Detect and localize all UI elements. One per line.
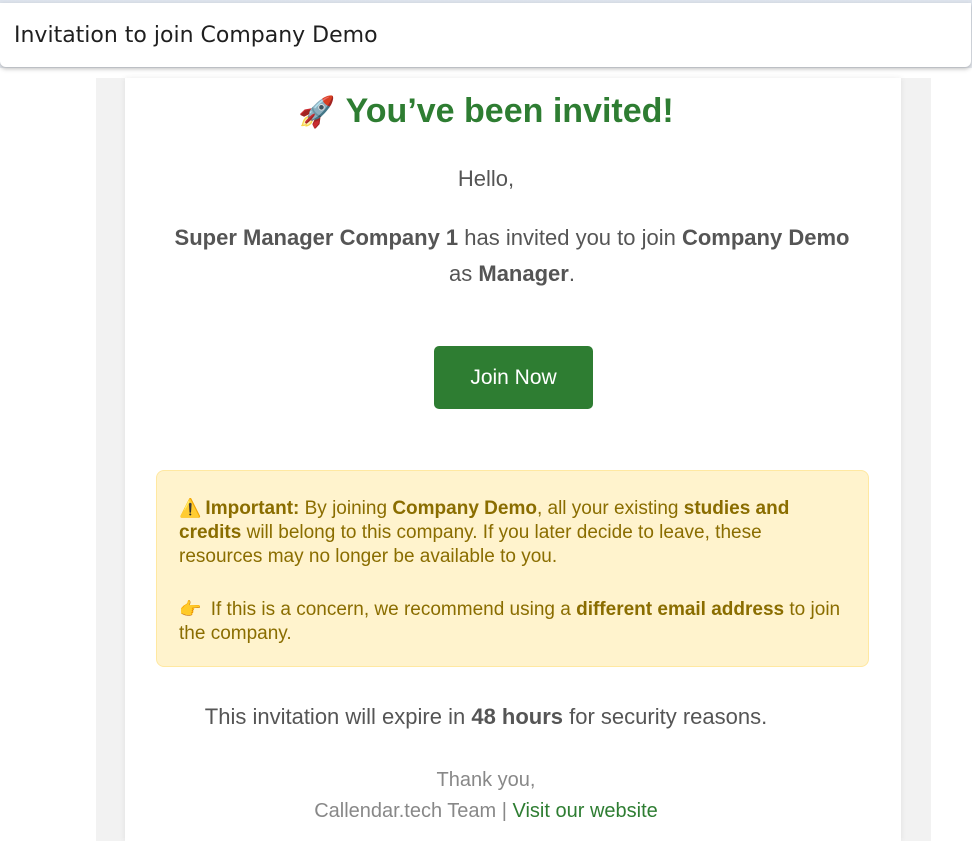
email-subject: Invitation to join Company Demo (14, 22, 378, 48)
role-name: Manager (478, 261, 569, 286)
thanks-text: Thank you, (436, 769, 536, 791)
warning-label: Important: (205, 498, 300, 519)
join-now-button[interactable]: Join Now (434, 346, 593, 409)
company-name: Company Demo (681, 225, 850, 250)
warning-text: ⚠️ Important: By joining Company Demo, al… (179, 498, 790, 567)
invite-heading: 🚀 You’ve been invited! (0, 92, 972, 131)
rocket-icon: 🚀 (298, 96, 336, 129)
website-link[interactable]: Visit our website (513, 800, 658, 822)
signature: Callendar.tech Team | Visit our website (314, 800, 658, 822)
expiration-duration: 48 hours (471, 704, 564, 729)
expiration-notice: This invitation will expire in 48 hours … (204, 704, 768, 729)
subject-box: Invitation to join Company Demo (0, 3, 971, 67)
inviter-name: Super Manager Company 1 (174, 225, 459, 250)
invite-message: Super Manager Company 1 has invited you … (174, 225, 850, 286)
warning-box: ⚠️ Important: By joining Company Demo, al… (156, 470, 869, 667)
tip-text: 👉 If this is a concern, we recommend usi… (179, 599, 841, 644)
pointing-hand-icon: 👉 (179, 599, 202, 619)
greeting: Hello, (457, 166, 515, 191)
heading-text: You’ve been invited! (345, 92, 674, 130)
warning-icon: ⚠️ (179, 498, 202, 518)
team-name: Callendar.tech Team (314, 800, 497, 822)
subject-bar: Invitation to join Company Demo (0, 0, 972, 68)
